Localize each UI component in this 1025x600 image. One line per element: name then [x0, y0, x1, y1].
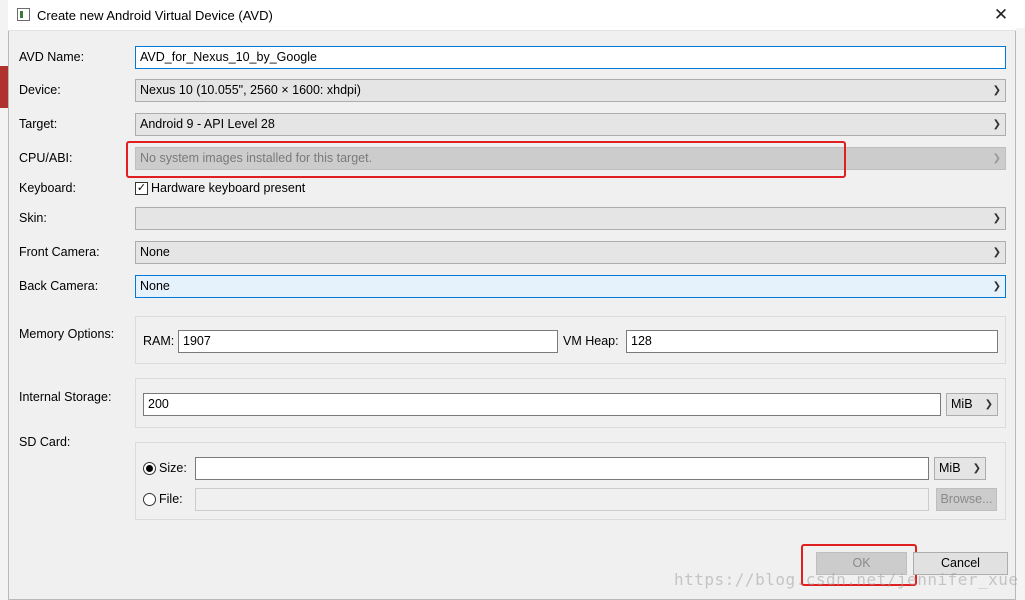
- vm-heap-input[interactable]: 128: [626, 330, 998, 353]
- sd-size-unit-value: MiB: [939, 461, 961, 475]
- front-camera-select[interactable]: None ❯: [135, 241, 1006, 264]
- internal-storage-input[interactable]: 200: [143, 393, 941, 416]
- avd-name-input[interactable]: AVD_for_Nexus_10_by_Google: [135, 46, 1006, 69]
- hardware-keyboard-label[interactable]: Hardware keyboard present: [151, 181, 305, 195]
- back-camera-select-value: None: [140, 279, 170, 293]
- target-select[interactable]: Android 9 - API Level 28 ❯: [135, 113, 1006, 136]
- sd-size-label[interactable]: Size:: [159, 461, 187, 475]
- background-window-edge-right: [1015, 28, 1025, 600]
- device-select-value: Nexus 10 (10.055", 2560 × 1600: xhdpi): [140, 83, 361, 97]
- sd-size-radio[interactable]: [143, 462, 156, 475]
- front-camera-select-value: None: [140, 245, 170, 259]
- sd-file-label[interactable]: File:: [159, 492, 183, 506]
- cpu-abi-label: CPU/ABI:: [19, 151, 73, 165]
- window-title: Create new Android Virtual Device (AVD): [37, 8, 273, 23]
- vm-heap-label: VM Heap:: [563, 334, 619, 348]
- sd-size-unit-select[interactable]: MiB ❯: [934, 457, 986, 480]
- ram-input[interactable]: 1907: [178, 330, 558, 353]
- front-camera-label: Front Camera:: [19, 245, 100, 259]
- sd-size-input[interactable]: [195, 457, 929, 480]
- chevron-down-icon: ❯: [984, 399, 993, 410]
- chevron-down-icon: ❯: [992, 119, 1001, 130]
- checkmark-icon: ✓: [136, 182, 147, 194]
- memory-options-label: Memory Options:: [19, 327, 115, 341]
- chevron-down-icon: ❯: [992, 213, 1001, 224]
- hardware-keyboard-checkbox[interactable]: ✓: [135, 182, 148, 195]
- device-select[interactable]: Nexus 10 (10.055", 2560 × 1600: xhdpi) ❯: [135, 79, 1006, 102]
- device-label: Device:: [19, 83, 61, 97]
- sd-file-input[interactable]: [195, 488, 929, 511]
- back-camera-select[interactable]: None ❯: [135, 275, 1006, 298]
- window-app-icon: [17, 8, 30, 21]
- sd-card-label: SD Card:: [19, 435, 71, 449]
- chevron-down-icon: ❯: [992, 153, 1001, 164]
- target-select-value: Android 9 - API Level 28: [140, 117, 275, 131]
- close-icon: ✕: [993, 5, 1009, 24]
- cpu-abi-highlight-annotation: [126, 141, 846, 178]
- chevron-down-icon: ❯: [992, 85, 1001, 96]
- chevron-down-icon: ❯: [972, 463, 981, 474]
- close-button[interactable]: ✕: [990, 5, 1012, 25]
- back-camera-label: Back Camera:: [19, 279, 99, 293]
- watermark-text: https://blog.csdn.net/jennifer_xue: [674, 570, 1019, 589]
- target-label: Target:: [19, 117, 58, 131]
- skin-select[interactable]: ❯: [135, 207, 1006, 230]
- skin-label: Skin:: [19, 211, 47, 225]
- internal-storage-label: Internal Storage:: [19, 390, 112, 404]
- chevron-down-icon: ❯: [992, 247, 1001, 258]
- sd-file-radio[interactable]: [143, 493, 156, 506]
- background-window-accent: [0, 66, 8, 108]
- chevron-down-icon: ❯: [992, 281, 1001, 292]
- internal-storage-unit-value: MiB: [951, 397, 973, 411]
- ram-label: RAM:: [143, 334, 175, 348]
- keyboard-label: Keyboard:: [19, 181, 76, 195]
- avd-name-label: AVD Name:: [19, 50, 85, 64]
- browse-button[interactable]: Browse...: [936, 488, 997, 511]
- internal-storage-unit-select[interactable]: MiB ❯: [946, 393, 998, 416]
